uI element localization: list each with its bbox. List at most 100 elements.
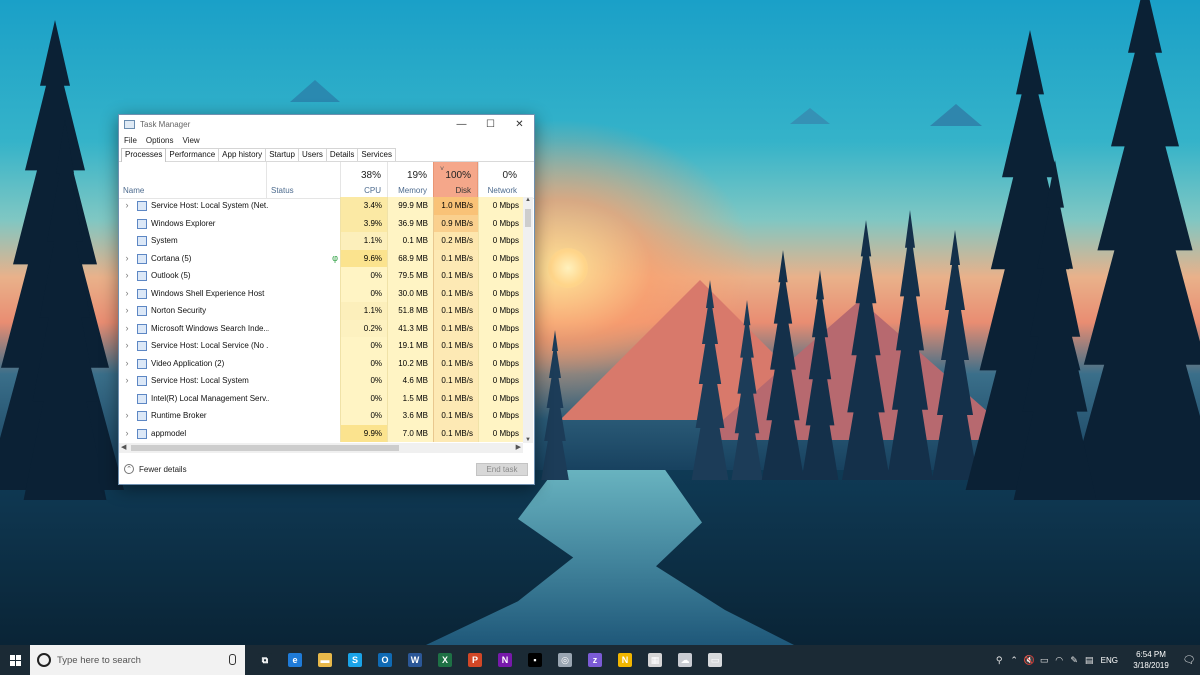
process-memory: 30.0 MB <box>387 284 433 302</box>
tab-app-history[interactable]: App history <box>218 148 267 161</box>
tab-details[interactable]: Details <box>325 148 359 161</box>
column-header-status[interactable]: Status <box>266 162 340 198</box>
word-icon[interactable]: W <box>400 645 430 675</box>
expand-chevron-icon[interactable]: › <box>122 337 132 355</box>
cloud-app-icon[interactable]: ☁ <box>670 645 700 675</box>
device-app-icon-glyph: ▭ <box>708 653 722 667</box>
process-row[interactable]: › Video Application (2) 0% 10.2 MB 0.1 MB/s 0… <box>119 354 523 373</box>
column-header-memory[interactable]: 19% Memory <box>387 162 433 198</box>
process-row[interactable]: › Microsoft Windows Search Inde... 0.2% 41.… <box>119 319 523 338</box>
action-center-icon[interactable]: 🗨 <box>1178 655 1200 666</box>
scroll-right-icon[interactable]: ▶ <box>516 443 521 453</box>
volume-muted-icon[interactable]: 🔇 <box>1022 655 1037 666</box>
title-bar[interactable]: Task Manager — ☐ ✕ <box>119 115 534 134</box>
excel-icon[interactable]: X <box>430 645 460 675</box>
start-button[interactable] <box>0 645 30 675</box>
horizontal-scrollbar[interactable]: ◀ ▶ <box>119 443 523 453</box>
expand-chevron-icon[interactable]: › <box>122 285 132 303</box>
process-row[interactable]: › Runtime Broker 0% 3.6 MB 0.1 MB/s 0 Mbps <box>119 407 523 425</box>
expand-chevron-icon[interactable]: › <box>122 302 132 320</box>
process-cpu: 0% <box>340 372 387 390</box>
norton-icon[interactable]: N <box>610 645 640 675</box>
process-row[interactable]: › Service Host: Local Service (No ... 0% 19… <box>119 337 523 355</box>
column-header-name[interactable]: Name <box>119 162 266 198</box>
expand-chevron-icon[interactable] <box>122 215 132 233</box>
expand-chevron-icon[interactable]: › <box>122 267 132 285</box>
tab-performance[interactable]: Performance <box>165 148 220 161</box>
menu-file[interactable]: File <box>124 136 137 145</box>
expand-chevron-icon[interactable]: › <box>122 407 132 425</box>
column-header-cpu[interactable]: 38% CPU <box>340 162 387 198</box>
process-row[interactable]: › Cortana (5) φ 9.6% 68.9 MB 0.1 MB/s 0 Mbps <box>119 249 523 268</box>
wallpaper-peak <box>930 104 982 126</box>
fewer-details-button[interactable]: ⌃ Fewer details <box>124 464 187 474</box>
scroll-left-icon[interactable]: ◀ <box>121 443 126 453</box>
battery-icon[interactable]: ▭ <box>1037 655 1052 666</box>
process-name: Windows Shell Experience Host <box>151 288 265 298</box>
expand-chevron-icon[interactable]: › <box>122 355 132 373</box>
scroll-down-icon[interactable]: ▼ <box>524 437 532 443</box>
tab-startup[interactable]: Startup <box>265 148 299 161</box>
column-label-memory: Memory <box>398 186 427 195</box>
menu-bar: File Options View <box>119 134 534 147</box>
minimize-button[interactable]: — <box>447 115 476 134</box>
outlook-icon[interactable]: O <box>370 645 400 675</box>
tab-services[interactable]: Services <box>357 148 397 161</box>
tab-processes[interactable]: Processes <box>121 148 167 162</box>
expand-chevron-icon[interactable]: › <box>122 320 132 338</box>
process-row[interactable]: › appmodel 9.9% 7.0 MB 0.1 MB/s 0 Mbps <box>119 424 523 443</box>
process-cpu: 0% <box>340 354 387 372</box>
file-explorer-icon[interactable]: ▬ <box>310 645 340 675</box>
edge-icon[interactable]: e <box>280 645 310 675</box>
skype-icon[interactable]: S <box>340 645 370 675</box>
powerpoint-icon[interactable]: P <box>460 645 490 675</box>
process-network: 0 Mbps <box>478 197 523 215</box>
close-button[interactable]: ✕ <box>505 115 534 134</box>
task-manager-window[interactable]: Task Manager — ☐ ✕ File Options View Pro… <box>118 114 535 485</box>
wifi-icon[interactable]: ◠ <box>1052 655 1067 666</box>
zune-app-icon[interactable]: z <box>580 645 610 675</box>
process-row[interactable]: System 1.1% 0.1 MB 0.2 MB/s 0 Mbps <box>119 232 523 250</box>
maximize-button[interactable]: ☐ <box>476 115 505 134</box>
keyboard-icon[interactable]: ▤ <box>1082 655 1097 666</box>
outlook-icon-glyph: O <box>378 653 392 667</box>
pen-icon[interactable]: ✎ <box>1067 655 1082 666</box>
column-header-network[interactable]: 0% Network <box>478 162 523 198</box>
process-list[interactable]: › Service Host: Local System (Net... 3.4% 9… <box>119 197 523 443</box>
menu-options[interactable]: Options <box>146 136 174 145</box>
onenote-icon[interactable]: N <box>490 645 520 675</box>
process-row[interactable]: Intel(R) Local Management Serv... 0% 1.5 M… <box>119 389 523 408</box>
task-view-icon[interactable]: ⧉ <box>250 645 280 675</box>
taskbar-search-box[interactable]: Type here to search <box>30 645 245 675</box>
expand-chevron-icon[interactable]: › <box>122 250 132 268</box>
expand-chevron-icon[interactable]: › <box>122 197 132 215</box>
vertical-scrollbar[interactable]: ▲ ▼ <box>523 197 533 443</box>
microphone-icon[interactable] <box>229 654 236 665</box>
expand-chevron-icon[interactable] <box>122 390 132 408</box>
globe-app-icon[interactable]: ◎ <box>550 645 580 675</box>
terminal-icon[interactable]: ▪ <box>520 645 550 675</box>
clock[interactable]: 6:54 PM 3/18/2019 <box>1124 649 1178 671</box>
process-row[interactable]: › Outlook (5) 0% 79.5 MB 0.1 MB/s 0 Mbps <box>119 267 523 285</box>
device-app-icon[interactable]: ▭ <box>700 645 730 675</box>
process-row[interactable]: Windows Explorer 3.9% 36.9 MB 0.9 MB/s 0 Mbp… <box>119 214 523 233</box>
expand-chevron-icon[interactable]: › <box>122 425 132 443</box>
process-row[interactable]: › Service Host: Local System 0% 4.6 MB 0.1 M… <box>119 372 523 390</box>
menu-view[interactable]: View <box>182 136 199 145</box>
people-icon[interactable]: ⚲ <box>992 655 1007 666</box>
expand-chevron-icon[interactable]: › <box>122 372 132 390</box>
column-header-disk[interactable]: ˅ 100% Disk <box>433 162 478 198</box>
language-indicator[interactable]: ENG <box>1101 656 1118 665</box>
process-row[interactable]: › Windows Shell Experience Host 0% 30.0 MB 0… <box>119 284 523 303</box>
end-task-button[interactable]: End task <box>476 463 528 476</box>
expand-chevron-icon[interactable] <box>122 232 132 250</box>
vertical-scroll-thumb[interactable] <box>525 209 531 227</box>
system-tray: ⚲ ⌃ 🔇 ▭ ◠ ✎ ▤ ENG 6:54 PM 3/18/2019 🗨 <box>992 645 1200 675</box>
scroll-up-icon[interactable]: ▲ <box>524 197 532 203</box>
calculator-icon[interactable]: ▦ <box>640 645 670 675</box>
process-row[interactable]: › Norton Security 1.1% 51.8 MB 0.1 MB/s 0 Mbp… <box>119 302 523 320</box>
horizontal-scroll-thumb[interactable] <box>131 445 399 451</box>
show-hidden-icons-chevron-icon[interactable]: ⌃ <box>1007 655 1022 666</box>
tab-users[interactable]: Users <box>297 148 327 161</box>
process-row[interactable]: › Service Host: Local System (Net... 3.4% 9… <box>119 197 523 215</box>
